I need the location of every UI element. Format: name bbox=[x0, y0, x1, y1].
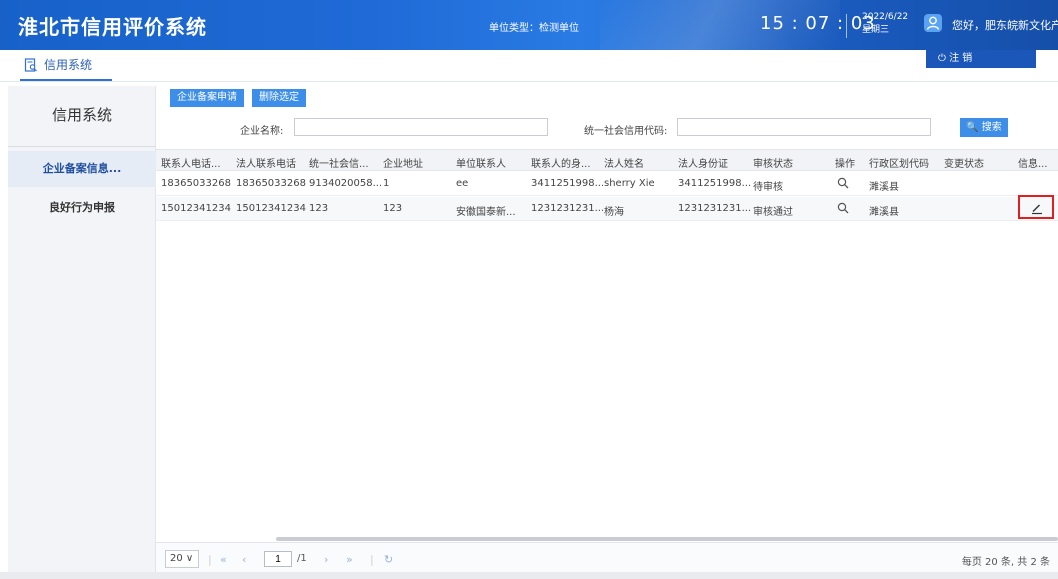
table-row[interactable]: 15012341234 15012341234 123 123 安徽国泰新...… bbox=[156, 197, 1058, 221]
table-cell: 3411251998... bbox=[531, 178, 603, 189]
table-cell: 1 bbox=[383, 178, 390, 189]
table-cell: 濉溪县 bbox=[869, 182, 899, 193]
table-cell: 1231231231... bbox=[678, 203, 750, 214]
search-button[interactable]: 🔍 搜索 bbox=[960, 118, 1008, 137]
table-cell: 待审核 bbox=[753, 182, 783, 193]
sidebar-item-enterprise-filing[interactable]: 企业备案信息... bbox=[8, 151, 156, 187]
app-tab-bar: 信用系统 bbox=[0, 50, 1058, 82]
column-header[interactable]: 单位联系人 bbox=[456, 155, 526, 170]
weekday-text: 星期三 bbox=[862, 25, 890, 35]
table-cell: 3411251998... bbox=[678, 178, 750, 189]
app-title: 淮北市信用评价系统 bbox=[18, 15, 207, 39]
unit-type-label: 单位类型：检测单位 bbox=[489, 23, 579, 34]
table-cell: 123 bbox=[309, 203, 329, 214]
table-cell: 安徽国泰新... bbox=[456, 207, 516, 218]
table-cell: sherry Xie bbox=[604, 178, 655, 189]
delete-selected-button[interactable]: 删除选定 bbox=[252, 89, 306, 107]
table-cell: 123 bbox=[383, 203, 403, 214]
date-display: 2022/6/22 星期三 bbox=[862, 11, 908, 37]
prev-page-icon[interactable]: ‹ bbox=[242, 553, 246, 566]
view-magnifier-icon[interactable] bbox=[837, 177, 849, 192]
clock: 15 : 07 : 03 bbox=[760, 13, 876, 34]
tab-credit-system[interactable]: 信用系统 bbox=[24, 56, 92, 75]
user-avatar-icon[interactable] bbox=[924, 14, 942, 32]
pagination-bar: 20 ∨ | « ‹ /1 › » | ↻ 每页 20 条, 共 2 条 bbox=[156, 542, 1058, 572]
window-bottom-edge bbox=[0, 572, 1058, 579]
table-row[interactable]: 18365033268 18365033268 9134020058... 1 … bbox=[156, 172, 1058, 196]
top-header: 淮北市信用评价系统 单位类型：检测单位 15 : 07 : 03 2022/6/… bbox=[0, 0, 1058, 50]
sidebar: 信用系统 企业备案信息... 良好行为申报 bbox=[8, 86, 156, 572]
pager-separator: | bbox=[370, 553, 374, 566]
column-header[interactable]: 企业地址 bbox=[383, 155, 453, 170]
table-cell: 濉溪县 bbox=[869, 207, 899, 218]
table-cell: 15012341234 bbox=[161, 203, 231, 214]
credit-code-input[interactable] bbox=[677, 118, 931, 136]
sidebar-divider bbox=[8, 146, 156, 147]
column-header[interactable]: 法人身份证 bbox=[678, 155, 748, 170]
last-page-icon[interactable]: » bbox=[346, 553, 353, 566]
table-cell: 15012341234 bbox=[236, 203, 306, 214]
credit-code-label: 统一社会信用代码: bbox=[584, 126, 668, 137]
user-greeting[interactable]: 您好，肥东皖新文化产... bbox=[952, 17, 1058, 33]
column-header[interactable]: 统一社会信... bbox=[309, 155, 377, 170]
first-page-icon[interactable]: « bbox=[220, 553, 227, 566]
company-name-input[interactable] bbox=[294, 118, 548, 136]
table-cell: 杨海 bbox=[604, 207, 624, 218]
table-cell: 审核通过 bbox=[753, 207, 793, 218]
column-header[interactable]: 操作 bbox=[835, 155, 865, 170]
column-header[interactable]: 法人联系电话 bbox=[236, 155, 306, 170]
active-tab-indicator bbox=[20, 79, 112, 81]
column-header[interactable]: 变更状态 bbox=[944, 155, 1004, 170]
view-magnifier-icon[interactable] bbox=[837, 202, 849, 217]
refresh-icon[interactable]: ↻ bbox=[384, 553, 393, 566]
column-header[interactable]: 联系人电话... bbox=[161, 155, 229, 170]
document-search-icon bbox=[24, 58, 38, 75]
column-header[interactable]: 审核状态 bbox=[753, 155, 813, 170]
table-cell: ee bbox=[456, 178, 469, 189]
table-header: 联系人电话... 法人联系电话 统一社会信... 企业地址 单位联系人 联系人的… bbox=[156, 149, 1058, 171]
total-pages: /1 bbox=[297, 553, 307, 564]
pager-separator: | bbox=[208, 553, 212, 566]
tab-label: 信用系统 bbox=[44, 58, 93, 72]
main-panel: 企业备案申请 删除选定 企业名称: 统一社会信用代码: 🔍 搜索 联系人电话..… bbox=[156, 86, 1058, 572]
table-cell: 18365033268 bbox=[161, 178, 231, 189]
company-name-label: 企业名称: bbox=[240, 126, 284, 137]
column-header[interactable]: 法人姓名 bbox=[604, 155, 674, 170]
column-header[interactable]: 行政区划代码 bbox=[869, 155, 944, 170]
date-text: 2022/6/22 bbox=[862, 12, 909, 22]
next-page-icon[interactable]: › bbox=[324, 553, 328, 566]
table-cell: 9134020058... bbox=[309, 178, 381, 189]
column-header[interactable]: 联系人的身... bbox=[531, 155, 601, 170]
apply-filing-button[interactable]: 企业备案申请 bbox=[170, 89, 244, 107]
table-cell: 18365033268 bbox=[236, 178, 306, 189]
sidebar-item-good-behavior[interactable]: 良好行为申报 bbox=[8, 190, 156, 226]
table-cell: 1231231231... bbox=[531, 203, 603, 214]
horizontal-scrollbar[interactable] bbox=[276, 537, 1058, 541]
pager-summary: 每页 20 条, 共 2 条 bbox=[961, 557, 1050, 568]
header-divider bbox=[846, 14, 847, 38]
column-header[interactable]: 信息... bbox=[1018, 155, 1056, 170]
edit-highlight-box bbox=[1018, 195, 1054, 219]
page-size-select[interactable]: 20 ∨ bbox=[165, 550, 199, 568]
page-number-input[interactable] bbox=[264, 551, 292, 567]
sidebar-title: 信用系统 bbox=[51, 106, 112, 124]
logout-button[interactable]: ⏻ 注 销 bbox=[926, 50, 1036, 68]
